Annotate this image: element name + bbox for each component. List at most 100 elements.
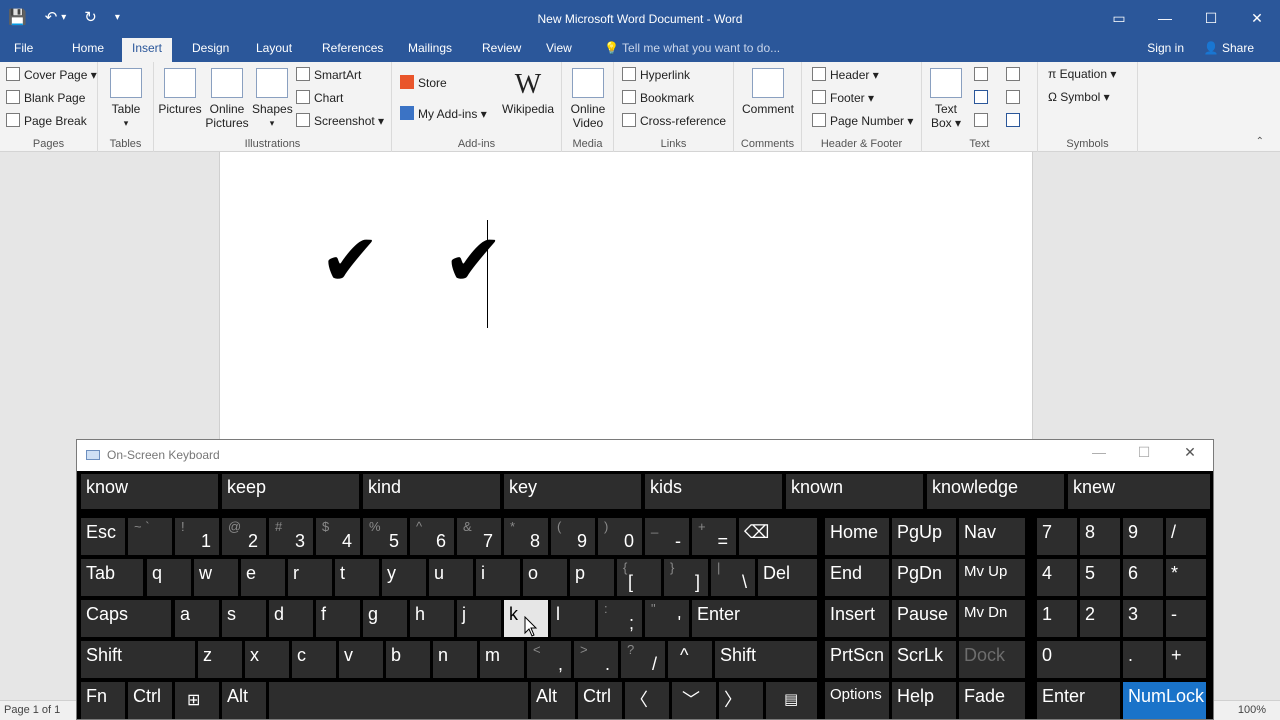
- drop-cap-icon[interactable]: [974, 113, 992, 128]
- key-pgup[interactable]: PgUp: [892, 518, 956, 555]
- key-numpad-multiply[interactable]: *: [1166, 559, 1206, 596]
- osk-close-button[interactable]: ✕: [1170, 444, 1210, 461]
- key-shift-right[interactable]: Shift: [715, 641, 817, 678]
- tab-layout[interactable]: Layout: [246, 38, 302, 62]
- key-numpad-8[interactable]: 8: [1080, 518, 1120, 555]
- tab-insert[interactable]: Insert: [122, 38, 173, 62]
- key-7[interactable]: & 7: [457, 518, 501, 555]
- key-u[interactable]: u: [429, 559, 473, 596]
- zoom-level[interactable]: 100%: [1238, 704, 1266, 716]
- key-period[interactable]: >.: [574, 641, 618, 678]
- table-button[interactable]: Table ▾: [108, 68, 144, 130]
- key-x[interactable]: x: [245, 641, 289, 678]
- key-g[interactable]: g: [363, 600, 407, 637]
- document-text[interactable]: ✔ ✔: [320, 220, 524, 300]
- key-right-bracket[interactable]: }]: [664, 559, 708, 596]
- key-numpad-2[interactable]: 2: [1080, 600, 1120, 637]
- key-nav[interactable]: Nav: [959, 518, 1025, 555]
- tab-view[interactable]: View: [536, 38, 582, 62]
- tab-review[interactable]: Review: [472, 38, 531, 62]
- key-quote[interactable]: " ': [645, 600, 689, 637]
- suggestion-item[interactable]: knowledge: [927, 474, 1064, 509]
- key-numpad-6[interactable]: 6: [1123, 559, 1163, 596]
- key-t[interactable]: t: [335, 559, 379, 596]
- symbol-button[interactable]: Ω Symbol ▾: [1048, 90, 1110, 104]
- close-button[interactable]: ✕: [1234, 0, 1280, 38]
- footer-button[interactable]: Footer ▾: [812, 90, 874, 105]
- key-tilde[interactable]: ~ `: [128, 518, 172, 555]
- key-alt-right[interactable]: Alt: [531, 682, 575, 719]
- key-b[interactable]: b: [386, 641, 430, 678]
- key-ctrl-left[interactable]: Ctrl: [128, 682, 172, 719]
- smartart-button[interactable]: SmartArt: [296, 67, 361, 82]
- key-e[interactable]: e: [241, 559, 285, 596]
- key-enter[interactable]: Enter: [692, 600, 817, 637]
- equation-button[interactable]: π Equation ▾: [1048, 67, 1116, 81]
- online-video-button[interactable]: Online Video: [566, 68, 610, 130]
- key-comma[interactable]: <,: [527, 641, 571, 678]
- key-pgdn[interactable]: PgDn: [892, 559, 956, 596]
- key-2[interactable]: @2: [222, 518, 266, 555]
- key-shift-left[interactable]: Shift: [81, 641, 195, 678]
- key-0[interactable]: ) 0: [598, 518, 642, 555]
- key-caps[interactable]: Caps: [81, 600, 171, 637]
- osk-maximize-button[interactable]: ☐: [1124, 444, 1164, 461]
- key-dock[interactable]: Dock: [959, 641, 1025, 678]
- blank-page-button[interactable]: Blank Page: [6, 90, 85, 105]
- object-icon[interactable]: [1006, 113, 1024, 128]
- page-break-button[interactable]: Page Break: [6, 113, 87, 128]
- my-addins-button[interactable]: My Add-ins ▾: [400, 106, 487, 121]
- key-numpad-decimal[interactable]: .: [1123, 641, 1163, 678]
- collapse-ribbon-icon[interactable]: ⌃: [1256, 136, 1264, 147]
- text-box-button[interactable]: Text Box ▾: [928, 68, 964, 130]
- key-z[interactable]: z: [198, 641, 242, 678]
- key-semicolon[interactable]: :;: [598, 600, 642, 637]
- key-h[interactable]: h: [410, 600, 454, 637]
- key-numpad-add[interactable]: +: [1166, 641, 1206, 678]
- key-6[interactable]: ^ 6: [410, 518, 454, 555]
- key-alt-left[interactable]: Alt: [222, 682, 266, 719]
- key-j[interactable]: j: [457, 600, 501, 637]
- page-number-button[interactable]: Page Number ▾: [812, 113, 913, 128]
- key-i[interactable]: i: [476, 559, 520, 596]
- key-numpad-divide[interactable]: /: [1166, 518, 1206, 555]
- key-left-bracket[interactable]: {[: [617, 559, 661, 596]
- tell-me-search[interactable]: 💡 Tell me what you want to do...: [604, 41, 780, 55]
- key-numpad-5[interactable]: 5: [1080, 559, 1120, 596]
- header-button[interactable]: Header ▾: [812, 67, 879, 82]
- key-q[interactable]: q: [147, 559, 191, 596]
- key-s[interactable]: s: [222, 600, 266, 637]
- key-v[interactable]: v: [339, 641, 383, 678]
- bookmark-button[interactable]: Bookmark: [622, 90, 694, 105]
- tab-references[interactable]: References: [312, 38, 393, 62]
- cover-page-button[interactable]: Cover Page ▾: [6, 67, 97, 82]
- key-del[interactable]: Del: [758, 559, 817, 596]
- suggestion-item[interactable]: kids: [645, 474, 782, 509]
- tab-home[interactable]: Home: [62, 38, 114, 62]
- key-c[interactable]: c: [292, 641, 336, 678]
- key-pause[interactable]: Pause: [892, 600, 956, 637]
- tab-design[interactable]: Design: [182, 38, 239, 62]
- key-numpad-9[interactable]: 9: [1123, 518, 1163, 555]
- key-prtscn[interactable]: PrtScn: [825, 641, 889, 678]
- key-insert[interactable]: Insert: [825, 600, 889, 637]
- online-pictures-button[interactable]: Online Pictures: [204, 68, 250, 130]
- wordart-icon[interactable]: [974, 90, 992, 105]
- key-l[interactable]: l: [551, 600, 595, 637]
- key-down-arrow[interactable]: ﹀: [672, 682, 716, 719]
- tab-file[interactable]: File: [4, 38, 43, 62]
- key-numpad-1[interactable]: 1: [1037, 600, 1077, 637]
- suggestion-item[interactable]: known: [786, 474, 923, 509]
- cross-reference-button[interactable]: Cross-reference: [622, 113, 726, 128]
- key-9[interactable]: (9: [551, 518, 595, 555]
- key-numpad-7[interactable]: 7: [1037, 518, 1077, 555]
- key-m[interactable]: m: [480, 641, 524, 678]
- suggestion-item[interactable]: kind: [363, 474, 500, 509]
- key-numpad-3[interactable]: 3: [1123, 600, 1163, 637]
- signature-line-icon[interactable]: [1006, 67, 1024, 82]
- key-5[interactable]: % 5: [363, 518, 407, 555]
- key-p[interactable]: p: [570, 559, 614, 596]
- store-button[interactable]: Store: [400, 75, 447, 90]
- shapes-button[interactable]: Shapes ▾: [252, 68, 293, 130]
- key-left-arrow[interactable]: 〈: [625, 682, 669, 719]
